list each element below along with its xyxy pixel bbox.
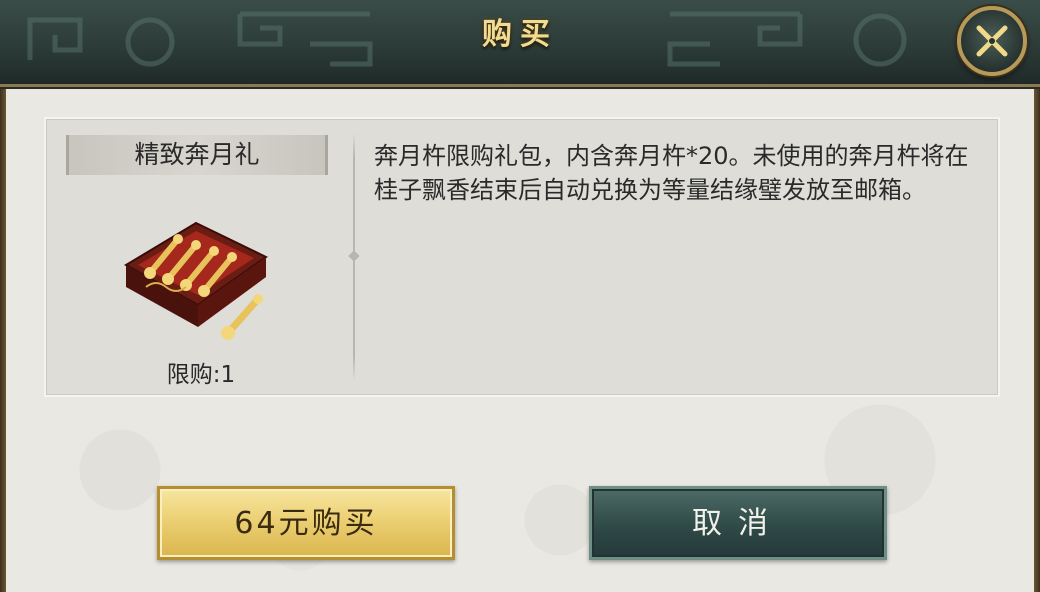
close-button[interactable] [957, 6, 1027, 76]
title-pattern-left [27, 11, 373, 67]
title-pattern-right [667, 11, 907, 67]
title-bar: 购买 [0, 0, 1040, 87]
buy-button[interactable]: 64元购买 [157, 486, 455, 560]
dialog-title: 购买 [482, 17, 558, 52]
divider-ornament [348, 250, 360, 262]
gift-box-icon [124, 221, 268, 340]
item-panel: 精致奔月礼 限购:1 奔月杵限购礼包，内含奔月杵*20。未使用的奔月杵将在桂子飘… [44, 117, 1000, 397]
item-name-bar: 精致奔月礼 [66, 135, 328, 175]
cancel-button[interactable]: 取消 [589, 486, 887, 560]
purchase-dialog: 购买 精致奔月礼 限购:1 奔月杵限购礼包，内含奔月杵*20。未使用的奔月杵将在… [0, 0, 1040, 592]
close-x-icon [976, 25, 1008, 57]
item-description: 奔月杵限购礼包，内含奔月杵*20。未使用的奔月杵将在桂子飘香结束后自动兑换为等量… [374, 142, 969, 204]
dialog-left-edge [0, 84, 6, 592]
dialog-right-edge [1034, 84, 1040, 592]
purchase-limit: 限购:1 [166, 362, 236, 388]
item-name: 精致奔月礼 [134, 140, 260, 169]
